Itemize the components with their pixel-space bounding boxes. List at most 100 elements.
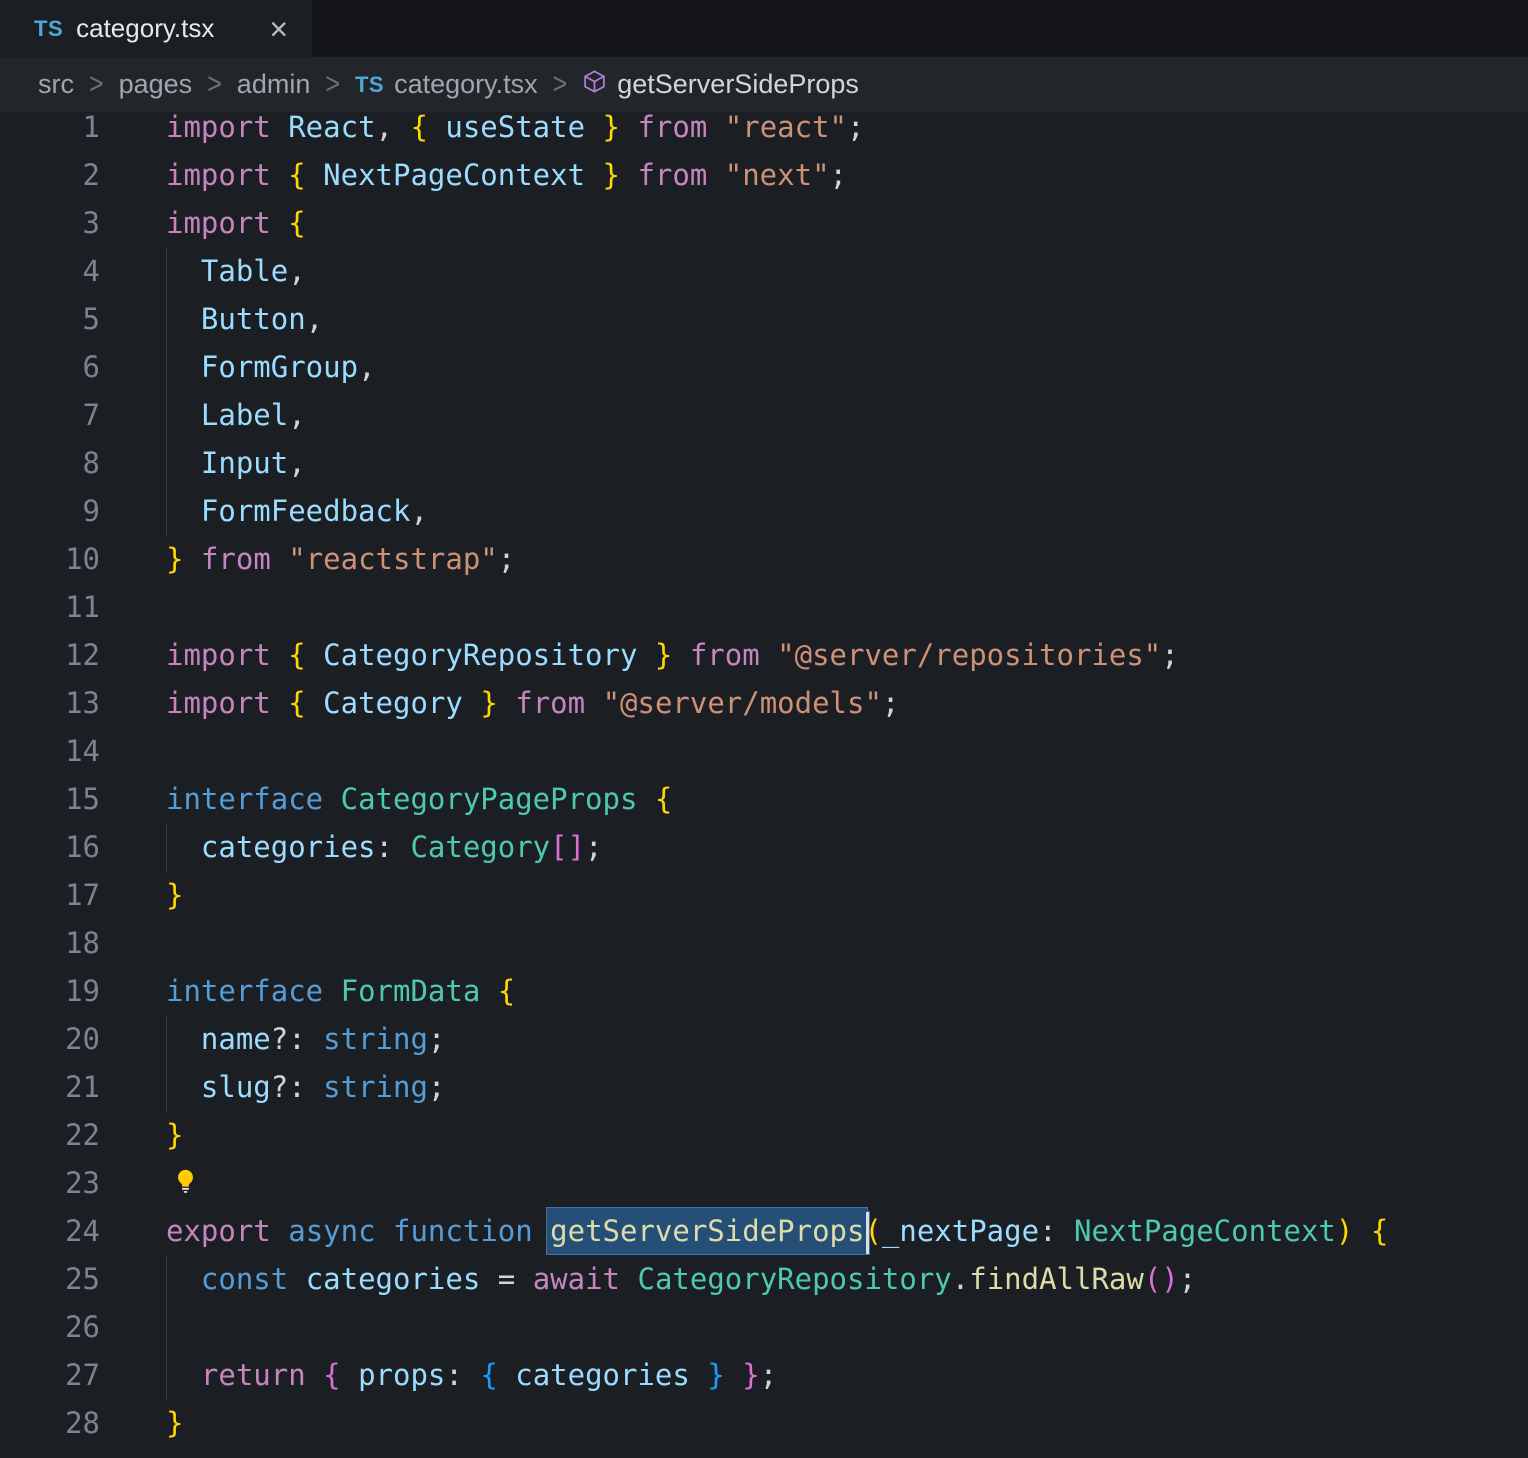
line-number[interactable]: 2 <box>0 151 130 199</box>
code-line[interactable]: 4 Table, <box>0 247 1528 295</box>
code-line[interactable]: 28} <box>0 1399 1528 1447</box>
code-line[interactable]: 1 import React, { useState } from "react"… <box>0 112 1528 151</box>
code-line[interactable]: 17} <box>0 871 1528 919</box>
breadcrumb-item-admin[interactable]: admin <box>237 69 311 100</box>
code-token: ) <box>1335 1214 1354 1248</box>
line-number[interactable]: 20 <box>0 1015 130 1063</box>
code-line[interactable]: 8 Input, <box>0 439 1528 487</box>
line-number[interactable]: 18 <box>0 919 130 967</box>
line-number[interactable]: 8 <box>0 439 130 487</box>
code-token: from <box>200 542 271 576</box>
code-token: : <box>445 1358 481 1392</box>
code-line[interactable]: 3 import { <box>0 199 1528 247</box>
indent-guide <box>166 1015 167 1063</box>
code-token: } <box>166 1118 184 1152</box>
line-number[interactable]: 7 <box>0 391 130 439</box>
line-number[interactable]: 26 <box>0 1303 130 1351</box>
lightbulb-icon[interactable] <box>172 1161 199 1209</box>
editor[interactable]: 1 import React, { useState } from "react"… <box>0 112 1528 1458</box>
code-line[interactable]: 19 interface FormData { <box>0 967 1528 1015</box>
code-line[interactable]: 25 const categories = await CategoryRepo… <box>0 1255 1528 1303</box>
code-token: : <box>375 830 411 864</box>
code-token: import <box>166 206 271 240</box>
code-line[interactable]: 21 slug?: string; <box>0 1063 1528 1111</box>
tab-category-tsx[interactable]: TS category.tsx × <box>0 0 312 57</box>
chevron-right-icon: > <box>325 67 340 101</box>
code-line[interactable]: 15 interface CategoryPageProps { <box>0 775 1528 823</box>
line-number[interactable]: 4 <box>0 247 130 295</box>
code-token: = <box>480 1262 533 1296</box>
line-number[interactable]: 16 <box>0 823 130 871</box>
code-token: "@server/repositories" <box>777 638 1162 672</box>
breadcrumb-item-src[interactable]: src <box>38 69 74 100</box>
code-token: [] <box>550 830 586 864</box>
code-token: async <box>288 1214 376 1248</box>
line-number[interactable]: 24 <box>0 1207 130 1255</box>
breadcrumb-item-pages[interactable]: pages <box>119 69 193 100</box>
code-token: string <box>323 1022 428 1056</box>
code-line[interactable]: 23 <box>0 1159 1528 1207</box>
line-number[interactable]: 19 <box>0 967 130 1015</box>
code-line[interactable]: 18 <box>0 919 1528 967</box>
code-line[interactable]: 26 <box>0 1303 1528 1351</box>
breadcrumb-item-file[interactable]: TS category.tsx <box>355 69 538 100</box>
chevron-right-icon: > <box>552 67 568 101</box>
line-number[interactable]: 3 <box>0 199 130 247</box>
code-token: { <box>1370 1214 1389 1248</box>
line-number[interactable]: 9 <box>0 487 130 535</box>
code-token: from <box>637 112 708 144</box>
line-number[interactable]: 28 <box>0 1399 130 1447</box>
code-line[interactable]: 2 import { NextPageContext } from "next"; <box>0 151 1528 199</box>
code-line[interactable]: 11 <box>0 583 1528 631</box>
indent-guide <box>166 439 167 487</box>
line-number[interactable]: 6 <box>0 343 130 391</box>
line-number[interactable]: 21 <box>0 1063 130 1111</box>
code-line[interactable]: 24 export async function getServerSidePro… <box>0 1207 1528 1255</box>
code-token: CategoryRepository <box>637 1262 952 1296</box>
code-line[interactable]: 22} <box>0 1111 1528 1159</box>
line-number[interactable]: 14 <box>0 727 130 775</box>
code-token: ; <box>585 830 603 864</box>
line-number[interactable]: 23 <box>0 1159 130 1207</box>
code-token: categories <box>497 1358 708 1392</box>
line-number[interactable]: 22 <box>0 1111 130 1159</box>
code-line[interactable]: 10} from "reactstrap"; <box>0 535 1528 583</box>
code-line[interactable]: 12 import { CategoryRepository } from "@s… <box>0 631 1528 679</box>
line-number[interactable]: 13 <box>0 679 130 727</box>
code-line[interactable]: 13 import { Category } from "@server/mode… <box>0 679 1528 727</box>
line-number[interactable]: 10 <box>0 535 130 583</box>
line-number[interactable]: 17 <box>0 871 130 919</box>
line-number[interactable]: 15 <box>0 775 130 823</box>
code-line[interactable]: 7 Label, <box>0 391 1528 439</box>
line-number[interactable]: 5 <box>0 295 130 343</box>
line-number[interactable]: 27 <box>0 1351 130 1399</box>
breadcrumb-file-label: category.tsx <box>394 69 538 99</box>
code-line[interactable]: 16 categories: Category[]; <box>0 823 1528 871</box>
line-number[interactable]: 25 <box>0 1255 130 1303</box>
indent-guide <box>166 1063 167 1111</box>
code-line[interactable]: 14 <box>0 727 1528 775</box>
symbol-cube-icon <box>582 69 607 101</box>
code-token: _nextPage <box>881 1214 1040 1248</box>
line-number[interactable]: 1 <box>0 112 130 151</box>
code-line[interactable]: 27 return { props: { categories } }; <box>0 1351 1528 1399</box>
code-line[interactable]: 5 Button, <box>0 295 1528 343</box>
code-token: Category <box>410 830 551 864</box>
close-icon[interactable]: × <box>265 13 292 45</box>
code-token: () <box>1143 1262 1179 1296</box>
code-token: Input <box>166 446 289 480</box>
code-line[interactable]: 9 FormFeedback, <box>0 487 1528 535</box>
code-line[interactable]: 20 name?: string; <box>0 1015 1528 1063</box>
line-number[interactable]: 11 <box>0 583 130 631</box>
code-token: Label <box>166 398 289 432</box>
breadcrumb-item-symbol[interactable]: getServerSideProps <box>582 69 859 101</box>
text-cursor <box>866 1212 870 1254</box>
code-lines: 1 import React, { useState } from "react"… <box>0 112 1528 1447</box>
code-line[interactable]: 6 FormGroup, <box>0 343 1528 391</box>
code-token: ; <box>881 686 900 720</box>
line-number[interactable]: 12 <box>0 631 130 679</box>
